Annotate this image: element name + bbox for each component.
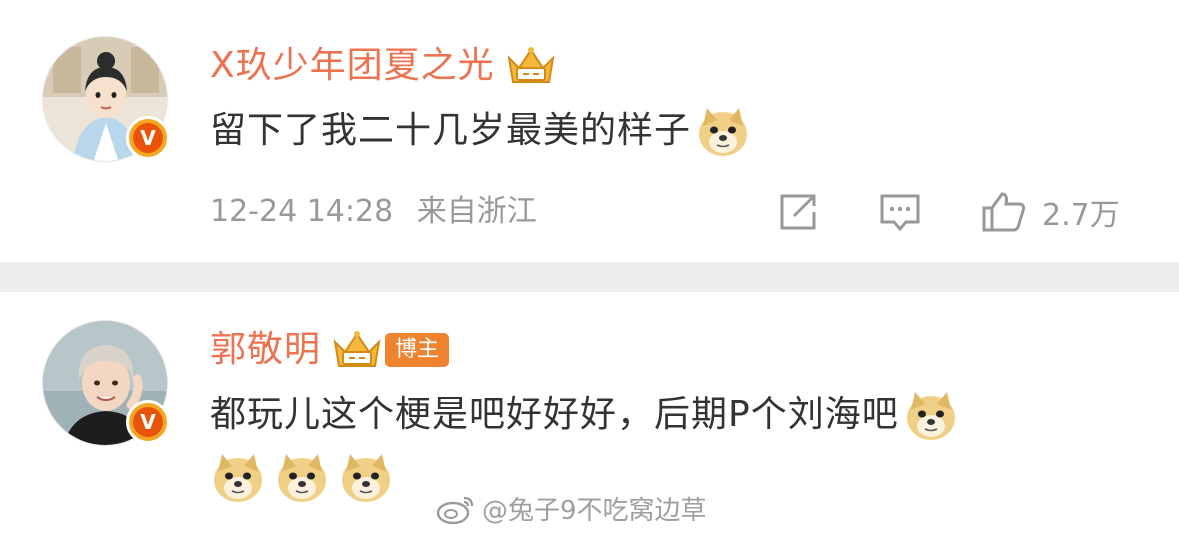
comment-meta: 12-24 14:28 来自浙江: [210, 190, 537, 234]
blogger-tag: 博主: [385, 333, 450, 367]
share-button[interactable]: [776, 190, 820, 234]
crown-icon: [333, 331, 381, 367]
weibo-logo-icon: [436, 496, 474, 524]
username[interactable]: X玖少年团夏之光: [210, 42, 495, 90]
share-icon: [780, 194, 816, 230]
watermark-text: @兔子9不吃窝边草: [482, 496, 707, 526]
doge-emoji-icon: [278, 454, 326, 502]
username[interactable]: 郭敬明: [210, 326, 321, 374]
verified-badge-icon: V: [126, 400, 170, 444]
comment-icon: [880, 194, 920, 232]
doge-emoji-icon: [342, 454, 390, 502]
thumbs-up-icon: [982, 192, 1026, 232]
doge-emoji-icon: [699, 108, 748, 156]
watermark: @兔子9不吃窝边草: [436, 490, 707, 527]
verified-badge-icon: V: [126, 116, 170, 160]
like-button[interactable]: 2.7万: [980, 190, 1120, 234]
location: 来自浙江: [416, 194, 537, 229]
doge-emoji-icon: [906, 392, 955, 440]
section-divider: [0, 262, 1179, 292]
comment-item: V X玖少年团夏之光 留下了我二十几岁最美的样子 12-24 14:28 来自浙…: [0, 0, 1179, 262]
avatar[interactable]: V: [42, 320, 170, 446]
like-count: 2.7万: [1042, 198, 1120, 233]
comment-button[interactable]: [878, 190, 922, 234]
avatar[interactable]: V: [42, 36, 170, 162]
crown-icon: [507, 47, 555, 83]
doge-emoji-icon: [214, 454, 262, 502]
timestamp: 12-24 14:28: [210, 194, 394, 229]
comment-text: 留下了我二十几岁最美的样子: [210, 100, 1150, 162]
